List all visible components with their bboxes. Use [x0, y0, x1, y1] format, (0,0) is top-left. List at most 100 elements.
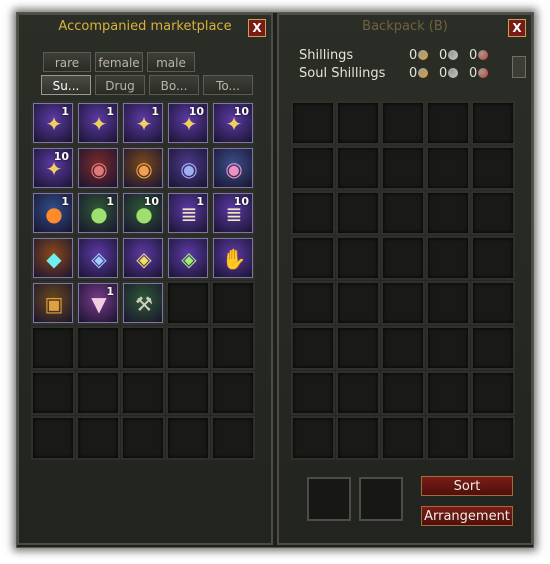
market-slot[interactable]: [211, 326, 255, 370]
backpack-slot[interactable]: [381, 101, 425, 145]
tab-drug[interactable]: Drug: [95, 75, 145, 95]
backpack-slot[interactable]: [381, 236, 425, 280]
tab-tools[interactable]: To...: [203, 75, 253, 95]
backpack-slot[interactable]: [426, 371, 470, 415]
market-slot[interactable]: [121, 416, 165, 460]
backpack-slot[interactable]: [471, 191, 515, 235]
market-slot[interactable]: ✦ 10: [31, 146, 75, 190]
market-slot[interactable]: ● 1: [31, 191, 75, 235]
market-slot[interactable]: ✦ 10: [211, 101, 255, 145]
market-slot[interactable]: ▼ 1: [76, 281, 120, 325]
sort-button[interactable]: Sort: [421, 476, 513, 496]
market-slot[interactable]: ◉: [121, 146, 165, 190]
backpack-slot[interactable]: [336, 416, 380, 460]
market-slot[interactable]: ✦ 1: [76, 101, 120, 145]
backpack-slot[interactable]: [336, 236, 380, 280]
backpack-slot[interactable]: [471, 236, 515, 280]
item[interactable]: ▣: [33, 283, 73, 323]
market-slot[interactable]: ◉: [76, 146, 120, 190]
backpack-slot[interactable]: [336, 191, 380, 235]
backpack-slot[interactable]: [381, 146, 425, 190]
tab-male[interactable]: male: [147, 52, 195, 72]
tab-rare[interactable]: rare: [43, 52, 91, 72]
market-slot[interactable]: [121, 326, 165, 370]
market-slot[interactable]: ✦ 1: [121, 101, 165, 145]
market-slot[interactable]: [76, 371, 120, 415]
item[interactable]: ◆: [33, 238, 73, 278]
backpack-slot[interactable]: [426, 146, 470, 190]
backpack-slot[interactable]: [381, 281, 425, 325]
item[interactable]: ◉: [168, 148, 208, 188]
backpack-slot[interactable]: [291, 416, 335, 460]
item[interactable]: ✦ 1: [33, 103, 73, 143]
backpack-slot[interactable]: [291, 101, 335, 145]
backpack-slot[interactable]: [471, 281, 515, 325]
backpack-slot[interactable]: [336, 371, 380, 415]
market-slot[interactable]: [211, 416, 255, 460]
backpack-slot[interactable]: [426, 191, 470, 235]
arrangement-button[interactable]: Arrangement: [421, 506, 513, 526]
backpack-slot[interactable]: [471, 146, 515, 190]
item[interactable]: ● 1: [33, 193, 73, 233]
tab-female[interactable]: female: [95, 52, 143, 72]
market-slot[interactable]: ✋: [211, 236, 255, 280]
market-slot[interactable]: [31, 326, 75, 370]
market-slot[interactable]: [211, 281, 255, 325]
backpack-slot[interactable]: [471, 101, 515, 145]
backpack-slot[interactable]: [336, 281, 380, 325]
backpack-slot[interactable]: [381, 371, 425, 415]
market-slot[interactable]: [166, 416, 210, 460]
backpack-slot[interactable]: [471, 326, 515, 370]
item[interactable]: ● 1: [78, 193, 118, 233]
item[interactable]: ⚒: [123, 283, 163, 323]
market-slot[interactable]: ◆: [31, 236, 75, 280]
market-slot[interactable]: [166, 371, 210, 415]
item[interactable]: ✦ 1: [123, 103, 163, 143]
backpack-slot[interactable]: [471, 416, 515, 460]
backpack-slot[interactable]: [426, 326, 470, 370]
market-slot[interactable]: ▣: [31, 281, 75, 325]
item[interactable]: ● 10: [123, 193, 163, 233]
equip-slot-1[interactable]: [307, 477, 351, 521]
tab-supplies[interactable]: Su...: [41, 75, 91, 95]
item[interactable]: ✦ 10: [33, 148, 73, 188]
backpack-slot[interactable]: [426, 416, 470, 460]
backpack-slot[interactable]: [291, 146, 335, 190]
market-slot[interactable]: ◈: [121, 236, 165, 280]
market-slot[interactable]: ⚒: [121, 281, 165, 325]
backpack-slot[interactable]: [381, 326, 425, 370]
tab-books[interactable]: Bo...: [149, 75, 199, 95]
item[interactable]: ◈: [168, 238, 208, 278]
equip-slot-2[interactable]: [359, 477, 403, 521]
market-slot[interactable]: ◈: [166, 236, 210, 280]
market-slot[interactable]: ● 10: [121, 191, 165, 235]
market-slot[interactable]: [31, 416, 75, 460]
item[interactable]: ✋: [213, 238, 253, 278]
item[interactable]: ◈: [78, 238, 118, 278]
backpack-close-button[interactable]: X: [508, 19, 526, 37]
item[interactable]: ◉: [213, 148, 253, 188]
item[interactable]: ◈: [123, 238, 163, 278]
item[interactable]: ✦ 10: [168, 103, 208, 143]
market-slot[interactable]: ◈: [76, 236, 120, 280]
item[interactable]: ◉: [78, 148, 118, 188]
backpack-slot[interactable]: [381, 191, 425, 235]
market-slot[interactable]: [76, 326, 120, 370]
marketplace-close-button[interactable]: X: [248, 19, 266, 37]
backpack-slot[interactable]: [336, 146, 380, 190]
backpack-slot[interactable]: [471, 371, 515, 415]
item[interactable]: ✦ 10: [213, 103, 253, 143]
market-slot[interactable]: [211, 371, 255, 415]
backpack-slot[interactable]: [291, 326, 335, 370]
market-slot[interactable]: ✦ 10: [166, 101, 210, 145]
backpack-slot[interactable]: [336, 101, 380, 145]
market-slot[interactable]: [121, 371, 165, 415]
market-slot[interactable]: [31, 371, 75, 415]
backpack-slot[interactable]: [426, 101, 470, 145]
backpack-slot[interactable]: [291, 371, 335, 415]
item[interactable]: ▼ 1: [78, 283, 118, 323]
market-slot[interactable]: ≣ 1: [166, 191, 210, 235]
market-slot[interactable]: [76, 416, 120, 460]
market-slot[interactable]: ◉: [211, 146, 255, 190]
market-slot[interactable]: ◉: [166, 146, 210, 190]
